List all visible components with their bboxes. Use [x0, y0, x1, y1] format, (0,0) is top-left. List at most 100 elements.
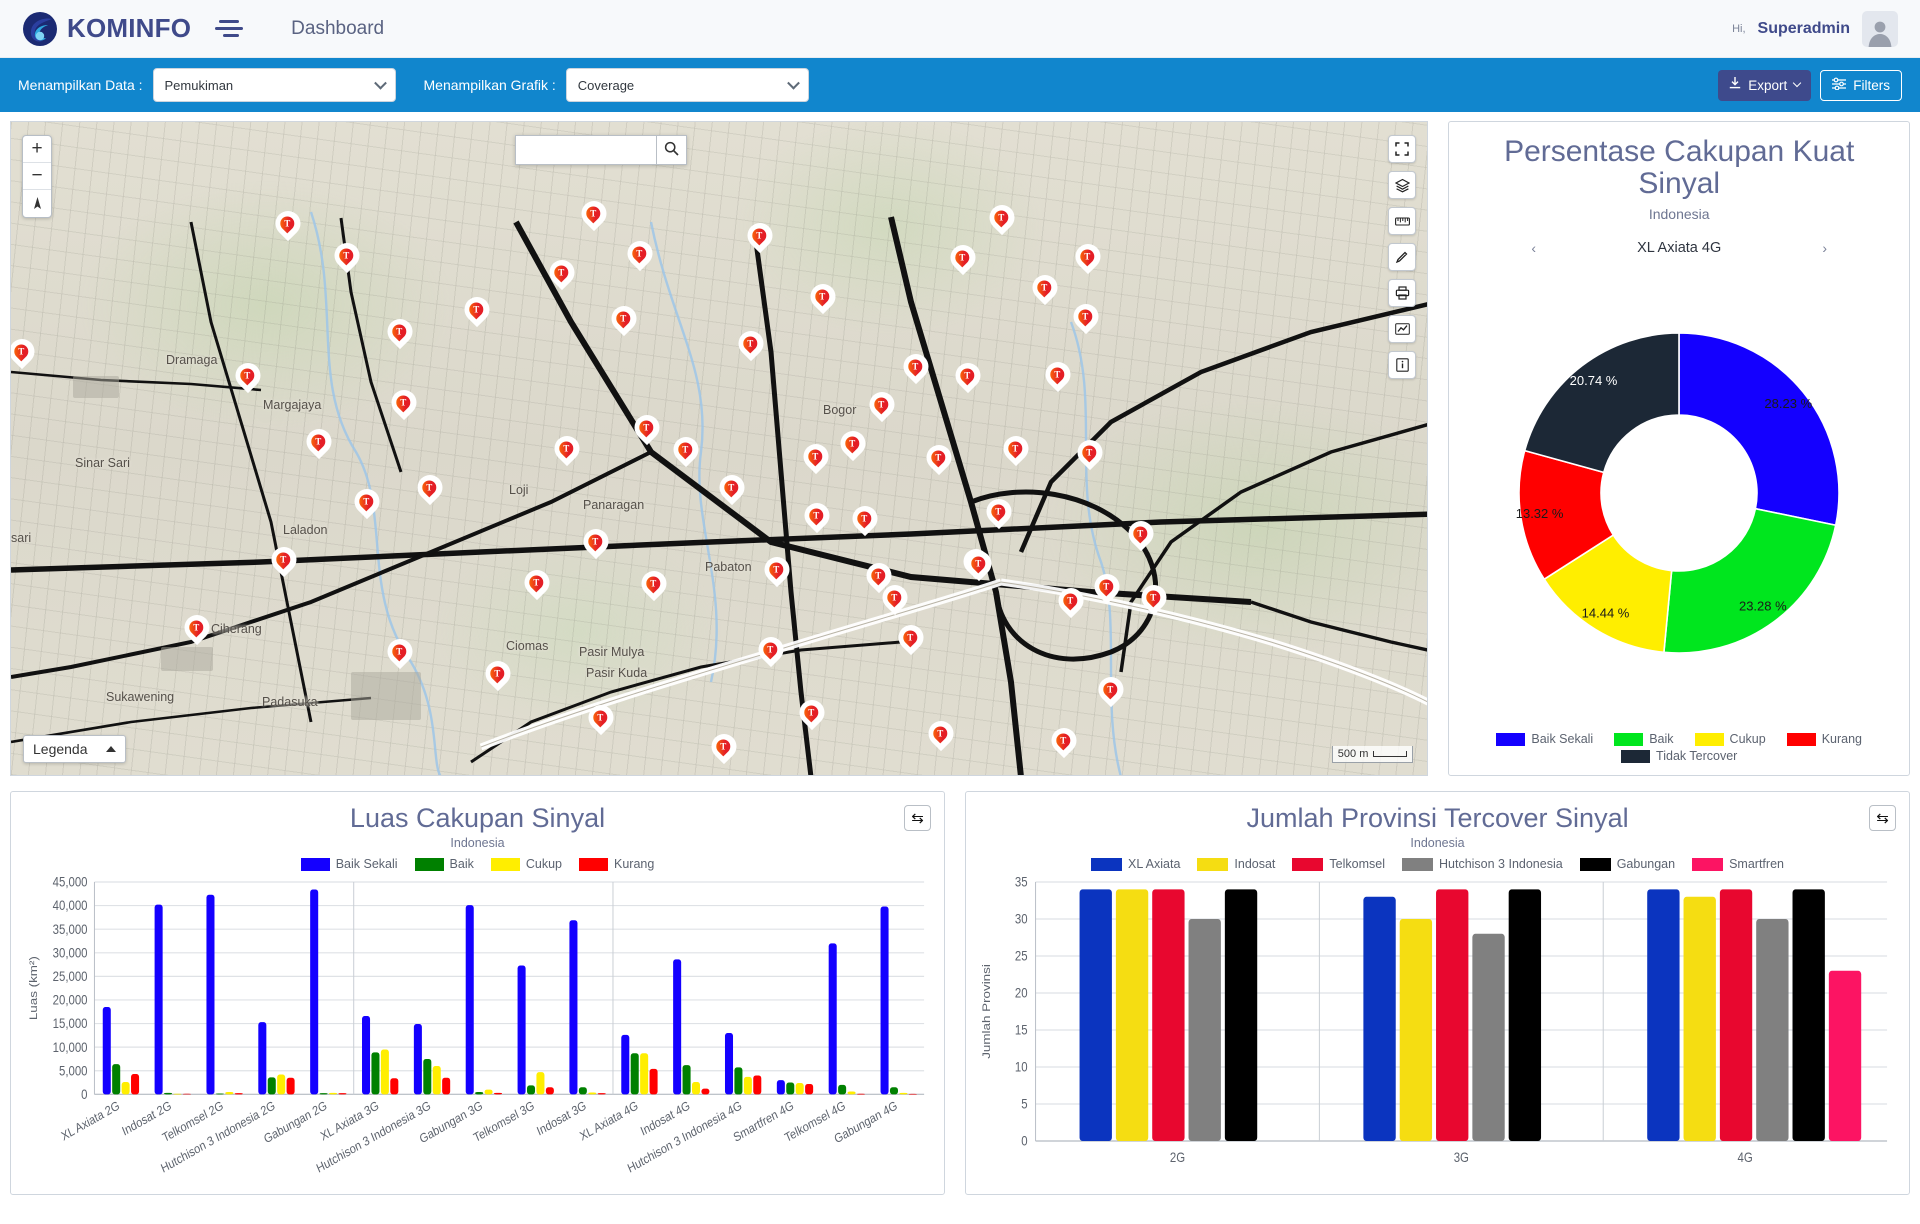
swap-chart-button[interactable]: ⇆ [1869, 805, 1896, 831]
bar[interactable] [1756, 919, 1789, 1142]
bar[interactable] [724, 1033, 734, 1095]
map-pin[interactable]: T [797, 697, 827, 729]
bar[interactable] [1683, 897, 1716, 1142]
bar[interactable] [319, 1093, 328, 1095]
print-icon[interactable] [1388, 279, 1417, 307]
donut-slice[interactable] [1663, 507, 1837, 654]
map-pin[interactable]: T [273, 208, 303, 240]
map-pin[interactable]: T [864, 560, 894, 592]
bar[interactable] [112, 1064, 121, 1095]
map-pin[interactable]: T [304, 426, 334, 458]
map-pin[interactable]: T [717, 472, 747, 504]
map-pin[interactable]: T [924, 442, 954, 474]
bar[interactable] [640, 1053, 649, 1095]
legend-item[interactable]: Hutchison 3 Indonesia [1402, 857, 1563, 871]
bar[interactable] [1828, 971, 1862, 1142]
map-pin[interactable]: T [756, 634, 786, 666]
map-pin[interactable]: T [625, 238, 655, 270]
avatar[interactable] [1862, 10, 1898, 47]
donut-chart[interactable]: 28.23 % 23.28 % 14.44 % 13.32 % 20.74 % [1459, 257, 1899, 729]
bar[interactable] [173, 1094, 182, 1095]
bar[interactable] [838, 1085, 847, 1095]
bar[interactable] [131, 1074, 140, 1095]
bar[interactable] [673, 959, 682, 1095]
map-pin[interactable]: T [385, 316, 415, 348]
map-pin[interactable]: T [745, 220, 775, 252]
legend-item[interactable]: Cukup [490, 857, 562, 871]
map-pin[interactable]: T [1030, 272, 1060, 304]
legend-item[interactable]: Gabungan [1579, 857, 1675, 871]
map-pin[interactable]: T [1096, 674, 1126, 706]
bar[interactable] [649, 1069, 658, 1095]
bar[interactable] [569, 920, 578, 1095]
sidebar-toggle-icon[interactable] [215, 17, 244, 41]
map-pin[interactable]: T [987, 202, 1017, 234]
bar[interactable] [413, 1024, 422, 1095]
bar[interactable] [743, 1077, 752, 1095]
compass-reset-button[interactable] [23, 190, 51, 217]
bar[interactable] [908, 1094, 917, 1095]
legend-item[interactable]: Baik [1614, 732, 1674, 746]
carousel-prev-button[interactable]: ‹ [1531, 240, 1536, 256]
bar[interactable] [828, 943, 837, 1095]
map-pin[interactable]: T [762, 554, 792, 586]
bar[interactable] [465, 905, 474, 1095]
bar[interactable] [1719, 889, 1753, 1142]
bar[interactable] [776, 1080, 785, 1095]
donut-slice[interactable] [1523, 332, 1680, 474]
bar[interactable] [362, 1016, 371, 1095]
bar[interactable] [899, 1093, 908, 1095]
map-pin[interactable]: T [1071, 301, 1101, 333]
map-pin[interactable]: T [808, 281, 838, 313]
bar[interactable] [267, 1077, 276, 1095]
map-pin[interactable]: T [389, 387, 419, 419]
bar[interactable] [691, 1082, 701, 1095]
data-select[interactable]: Pemukiman [152, 68, 396, 102]
bar[interactable] [795, 1083, 804, 1095]
map-pin[interactable]: T [581, 526, 611, 558]
swap-chart-button[interactable]: ⇆ [904, 805, 932, 831]
legend-item[interactable]: Baik [414, 857, 474, 871]
map-pin[interactable]: T [332, 240, 362, 272]
map-pin[interactable]: T [671, 434, 701, 466]
bar[interactable] [588, 1092, 597, 1095]
map-pin[interactable]: T [586, 702, 616, 734]
map-pin[interactable]: T [483, 658, 513, 690]
map-pin[interactable]: T [547, 257, 577, 289]
bar[interactable] [889, 1087, 898, 1095]
bar[interactable] [390, 1078, 399, 1095]
bar[interactable] [526, 1085, 536, 1095]
map-pin[interactable]: T [639, 568, 669, 600]
map-pin[interactable]: T [948, 242, 978, 274]
provinsi-chart-plot[interactable]: 0 5 10 15 20 25 30 35 Jumlah Provinsi 2G 3G 4G [978, 875, 1897, 1188]
map-canvas[interactable] [11, 122, 1428, 775]
bar[interactable] [310, 889, 319, 1095]
legend-item[interactable]: XL Axiata [1091, 857, 1180, 871]
map-pin[interactable]: T [352, 486, 382, 518]
bar[interactable] [423, 1059, 432, 1095]
bar[interactable] [578, 1087, 587, 1095]
bar[interactable] [682, 1065, 691, 1095]
map-pin[interactable]: T [385, 636, 415, 668]
legend-item[interactable]: Kurang [1786, 732, 1862, 746]
bar[interactable] [805, 1084, 814, 1095]
map-pin[interactable]: T [736, 328, 766, 360]
bar[interactable] [286, 1078, 295, 1095]
bar[interactable] [1472, 934, 1505, 1142]
map-pin[interactable]: T [1126, 518, 1156, 550]
bar[interactable] [234, 1093, 243, 1095]
bar[interactable] [371, 1052, 380, 1095]
map-search-button[interactable] [656, 135, 687, 165]
map-pin[interactable]: T [1139, 582, 1169, 614]
map-pin[interactable]: T [1056, 585, 1086, 617]
map-pin[interactable]: T [522, 567, 552, 599]
map-pin[interactable]: T [552, 433, 582, 465]
bar[interactable] [1647, 889, 1680, 1142]
bar[interactable] [329, 1093, 338, 1095]
legend-item[interactable]: Baik Sekali [300, 857, 398, 871]
bar[interactable] [630, 1053, 639, 1095]
map-zoom-control[interactable]: + − [22, 135, 52, 218]
map-pin[interactable]: T [182, 612, 212, 644]
bar[interactable] [432, 1066, 441, 1095]
bar[interactable] [484, 1089, 493, 1095]
